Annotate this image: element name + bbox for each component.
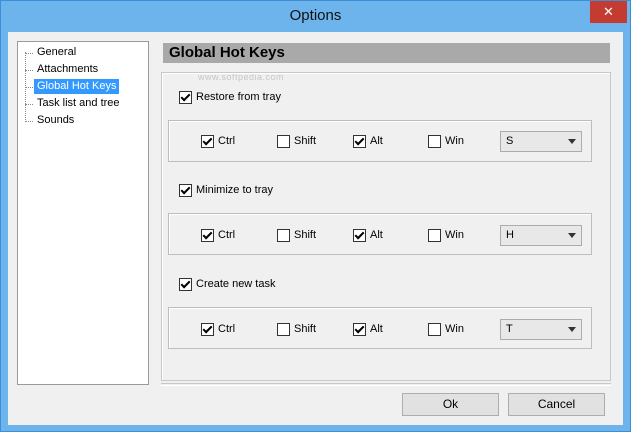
checkbox-box[interactable] [277,228,290,242]
tree-branch [25,104,33,105]
tree-branch [25,70,33,71]
tree-item-attachments[interactable]: Attachments [34,62,101,77]
cancel-button[interactable]: Cancel [508,393,605,416]
selected-key: S [506,135,514,147]
restore-ctrl-checkbox[interactable]: Ctrl [201,134,235,148]
create-key-dropdown[interactable]: T [500,319,582,340]
tree-connector-line [25,52,26,120]
selected-key: T [506,323,513,335]
ctrl-label: Ctrl [218,323,236,335]
checkbox-box[interactable] [428,134,441,148]
restore-win-checkbox[interactable]: Win [428,134,464,148]
checkbox-box[interactable] [277,134,290,148]
chevron-down-icon[interactable] [568,327,576,332]
chevron-down-icon[interactable] [568,233,576,238]
tree-branch [25,121,33,122]
checkbox-box[interactable] [179,277,192,291]
tree-item-global-hot-keys[interactable]: Global Hot Keys [34,79,120,94]
create-new-task-checkbox[interactable]: Create new task [179,277,275,291]
create-ctrl-checkbox[interactable]: Ctrl [201,322,235,336]
tree-branch [25,87,33,88]
create-alt-checkbox[interactable]: Alt [353,322,383,336]
options-tree[interactable]: General Attachments Global Hot Keys Task… [17,41,149,385]
restore-shift-checkbox[interactable]: Shift [277,134,316,148]
create-new-task-label: Create new task [196,278,276,290]
shift-label: Shift [294,135,317,147]
checkbox-box[interactable] [201,134,214,148]
restore-alt-checkbox[interactable]: Alt [353,134,383,148]
ctrl-label: Ctrl [218,229,236,241]
minimize-win-checkbox[interactable]: Win [428,228,464,242]
ok-button[interactable]: Ok [402,393,499,416]
minimize-shift-checkbox[interactable]: Shift [277,228,316,242]
checkbox-box[interactable] [428,228,441,242]
shift-label: Shift [294,229,317,241]
checkbox-box[interactable] [277,322,290,336]
options-window: Options ✕ General Attachments Global Hot… [0,0,631,432]
checkbox-box[interactable] [353,322,366,336]
restore-from-tray-checkbox[interactable]: Restore from tray [179,90,281,104]
checkbox-box[interactable] [179,183,192,197]
restore-from-tray-label: Restore from tray [196,91,281,103]
page-title: Global Hot Keys [163,43,610,63]
title-bar[interactable]: Options ✕ [1,1,630,32]
minimize-to-tray-label: Minimize to tray [196,184,274,196]
chevron-down-icon[interactable] [568,139,576,144]
win-label: Win [445,135,464,147]
minimize-key-dropdown[interactable]: H [500,225,582,246]
minimize-to-tray-checkbox[interactable]: Minimize to tray [179,183,273,197]
checkbox-box[interactable] [428,322,441,336]
checkbox-box[interactable] [353,228,366,242]
tree-item-general[interactable]: General [34,45,79,60]
create-shift-checkbox[interactable]: Shift [277,322,316,336]
close-icon: ✕ [603,4,614,19]
alt-label: Alt [370,229,383,241]
win-label: Win [445,323,464,335]
tree-branch [25,53,33,54]
alt-label: Alt [370,323,383,335]
checkbox-box[interactable] [179,90,192,104]
divider [161,383,611,386]
selected-key: H [506,229,514,241]
checkbox-box[interactable] [201,228,214,242]
win-label: Win [445,229,464,241]
tree-item-sounds[interactable]: Sounds [34,113,77,128]
create-win-checkbox[interactable]: Win [428,322,464,336]
ctrl-label: Ctrl [218,135,236,147]
minimize-alt-checkbox[interactable]: Alt [353,228,383,242]
window-title: Options [289,7,342,24]
shift-label: Shift [294,323,317,335]
alt-label: Alt [370,135,383,147]
checkbox-box[interactable] [201,322,214,336]
restore-key-dropdown[interactable]: S [500,131,582,152]
minimize-ctrl-checkbox[interactable]: Ctrl [201,228,235,242]
tree-item-task-list-and-tree[interactable]: Task list and tree [34,96,123,111]
checkbox-box[interactable] [353,134,366,148]
close-button[interactable]: ✕ [590,1,627,23]
